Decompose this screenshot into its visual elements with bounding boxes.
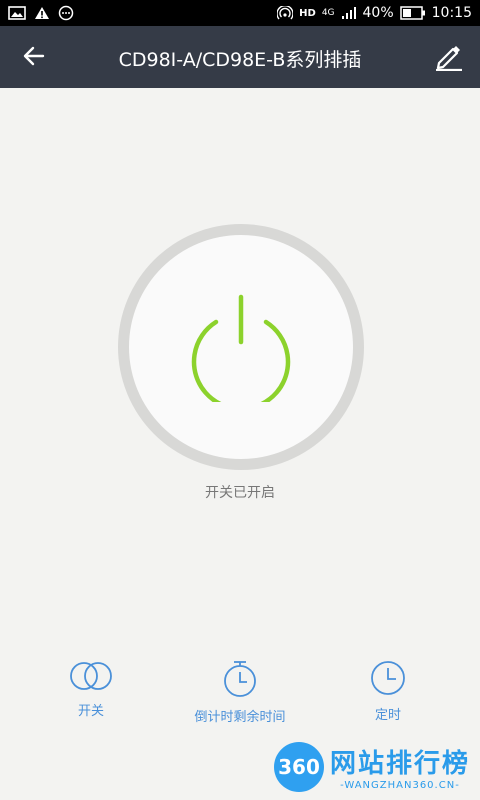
page-title: CD98I-A/CD98E-B系列排插 [118,49,362,71]
battery-icon [399,6,426,20]
warning-icon [34,6,50,20]
timer-action[interactable]: 定时 [355,660,421,723]
image-icon [8,6,26,20]
watermark-text: 网站排行榜 -WANGZHAN360.CN- [330,743,470,791]
hd-label: HD [299,7,316,19]
watermark-en: -WANGZHAN360.CN- [340,780,460,791]
clock-icon [371,661,405,695]
countdown-action[interactable]: 倒计时剩余时间 [180,660,300,725]
toggle-label: 开关 [77,704,104,719]
status-right: HD 4G 40% 10:15 [277,5,472,21]
battery-percent: 40% [362,5,394,21]
power-button-face[interactable] [129,235,353,459]
status-bar: HD 4G 40% 10:15 [0,0,480,26]
hotspot-icon [277,6,294,20]
watermark: 360 网站排行榜 -WANGZHAN360.CN- [273,742,470,792]
timer-label: 定时 [374,708,401,723]
toggle-icon [70,662,112,690]
bottom-actions: 开关 倒计时剩余时间 定时 [0,660,480,740]
watermark-logo: 360 [273,742,324,792]
network-label: 4G [321,8,335,18]
countdown-label: 倒计时剩余时间 [194,710,286,725]
edit-pencil-icon [436,46,462,71]
status-time: 10:15 [431,5,472,21]
power-button[interactable] [118,224,364,470]
power-icon [191,294,291,402]
app-bar: CD98I-A/CD98E-B系列排插 [0,26,480,88]
toggle-action[interactable]: 开关 [60,660,122,719]
power-status-text: 开关已开启 [205,485,275,501]
edit-button[interactable] [432,40,466,74]
signal-icon [341,6,357,20]
stopwatch-icon [224,661,256,697]
watermark-cn: 网站排行榜 [329,749,470,779]
message-icon [58,5,74,21]
status-left [8,5,74,21]
